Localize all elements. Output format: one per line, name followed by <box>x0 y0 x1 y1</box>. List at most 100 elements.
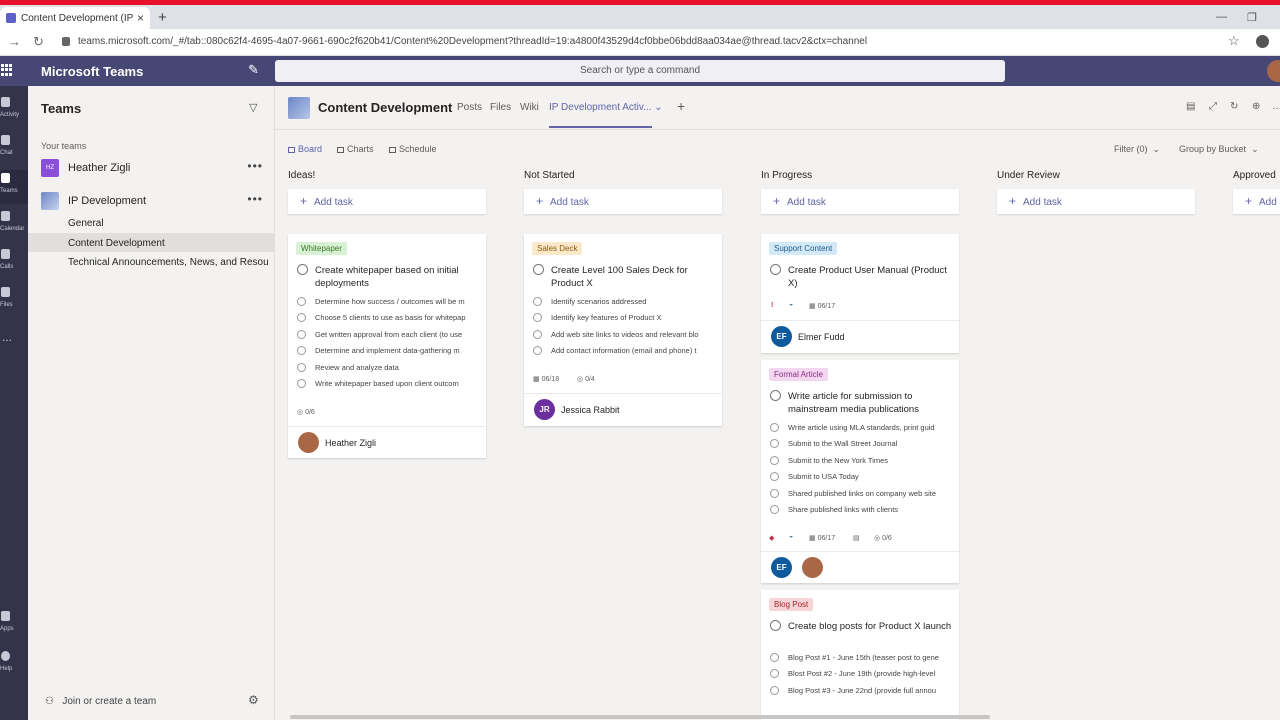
bucket-title[interactable]: In Progress <box>761 170 812 181</box>
add-task-button[interactable]: + Add task <box>524 189 722 214</box>
bucket-title[interactable]: Under Review <box>997 170 1060 181</box>
expand-icon[interactable]: ⤢ <box>1209 101 1217 112</box>
horizontal-scrollbar[interactable] <box>290 715 990 719</box>
checklist-circle-icon[interactable] <box>770 505 779 514</box>
rail-chat[interactable]: Chat <box>0 132 28 166</box>
reload-icon[interactable]: ↻ <box>33 34 44 50</box>
rail-activity[interactable]: Activity <box>0 94 28 128</box>
refresh-icon[interactable]: ↻ <box>1230 101 1238 112</box>
progress-half-icon: ◒ <box>789 533 794 540</box>
assignee-avatar[interactable]: EF <box>771 557 792 578</box>
checklist-circle-icon[interactable] <box>297 313 306 322</box>
complete-task-icon[interactable] <box>770 264 781 275</box>
task-card-whitepaper[interactable]: Whitepaper Create whitepaper based on in… <box>288 234 486 458</box>
checklist-icon: ◎ <box>297 409 304 416</box>
more-options-icon[interactable]: ••• <box>247 159 263 173</box>
forward-icon[interactable]: → <box>8 34 21 49</box>
complete-task-icon[interactable] <box>533 264 544 275</box>
filter-button[interactable]: Filter (0) ⌄ <box>1114 144 1160 155</box>
checklist-circle-icon[interactable] <box>297 379 306 388</box>
restore-icon[interactable]: ❐ <box>1247 11 1257 24</box>
checklist-circle-icon[interactable] <box>297 363 306 372</box>
bookmark-star-icon[interactable]: ☆ <box>1228 33 1240 49</box>
conversation-icon[interactable]: ▤ <box>1186 101 1195 112</box>
task-card-support-content[interactable]: Support Content Create Product User Manu… <box>761 234 959 353</box>
group-by-button[interactable]: Group by Bucket ⌄ <box>1179 144 1259 155</box>
checklist-circle-icon[interactable] <box>770 456 779 465</box>
rail-help[interactable]: Help <box>0 648 28 682</box>
app-launcher-icon[interactable] <box>1 64 13 76</box>
checklist-circle-icon[interactable] <box>297 330 306 339</box>
browser-profile-icon[interactable] <box>1256 35 1269 48</box>
filter-icon[interactable]: ▽ <box>249 101 257 114</box>
checklist-circle-icon[interactable] <box>297 297 306 306</box>
task-card-sales-deck[interactable]: Sales Deck Create Level 100 Sales Deck f… <box>524 234 722 426</box>
bucket-title[interactable]: Approved <box>1233 170 1276 181</box>
more-options-icon[interactable]: ••• <box>247 192 263 206</box>
complete-task-icon[interactable] <box>297 264 308 275</box>
add-task-button[interactable]: + Add task <box>997 189 1195 214</box>
rail-apps[interactable]: Apps <box>0 608 28 642</box>
view-schedule[interactable]: Schedule <box>389 144 437 154</box>
checklist-circle-icon[interactable] <box>770 489 779 498</box>
chevron-down-icon: ⌄ <box>1251 144 1259 154</box>
add-task-button[interactable]: + Add task <box>761 189 959 214</box>
rail-more[interactable]: ... <box>0 324 28 358</box>
user-avatar[interactable] <box>1267 60 1280 82</box>
tab-posts[interactable]: Posts <box>457 102 482 113</box>
tab-planner[interactable]: IP Development Activ... ⌄ <box>549 102 663 113</box>
channel-technical-announcements[interactable]: Technical Announcements, News, and Resou… <box>68 257 268 268</box>
assignee-avatar[interactable]: EF <box>771 326 792 347</box>
task-card-blog-post[interactable]: Blog Post Create blog posts for Product … <box>761 590 959 720</box>
view-board[interactable]: Board <box>288 144 322 154</box>
address-bar: → ↻ teams.microsoft.com/_#/tab::080c62f4… <box>0 29 1280 56</box>
url-field[interactable]: teams.microsoft.com/_#/tab::080c62f4-469… <box>78 36 867 47</box>
globe-icon[interactable]: ⊕ <box>1252 101 1260 112</box>
bucket-title[interactable]: Not Started <box>524 170 575 181</box>
channel-general[interactable]: General <box>68 218 268 229</box>
settings-gear-icon[interactable]: ⚙ <box>248 693 259 707</box>
tab-files[interactable]: Files <box>490 102 511 113</box>
rail-calendar[interactable]: Calendar <box>0 208 28 242</box>
view-charts[interactable]: Charts <box>337 144 374 154</box>
task-label: Formal Article <box>769 368 828 381</box>
complete-task-icon[interactable] <box>770 620 781 631</box>
checklist-item: Add web site links to videos and relevan… <box>551 330 699 339</box>
rail-calls[interactable]: Calls <box>0 246 28 280</box>
checklist-circle-icon[interactable] <box>533 346 542 355</box>
bucket-title[interactable]: Ideas! <box>288 170 315 181</box>
checklist-circle-icon[interactable] <box>533 313 542 322</box>
search-input[interactable]: Search or type a command <box>275 60 1005 82</box>
assignee-avatar[interactable] <box>298 432 319 453</box>
complete-task-icon[interactable] <box>770 390 781 401</box>
team-ip-development[interactable]: IP Development ••• <box>41 192 263 212</box>
checklist-circle-icon[interactable] <box>770 686 779 695</box>
rail-files[interactable]: Files <box>0 284 28 318</box>
add-task-button[interactable]: + Add task <box>288 189 486 214</box>
bell-icon <box>1 97 10 107</box>
more-icon[interactable]: … <box>1272 101 1280 112</box>
task-card-formal-article[interactable]: Formal Article Write article for submiss… <box>761 360 959 583</box>
checklist-circle-icon[interactable] <box>770 439 779 448</box>
minimize-icon[interactable]: — <box>1216 11 1227 23</box>
checklist-circle-icon[interactable] <box>770 472 779 481</box>
checklist-circle-icon[interactable] <box>770 669 779 678</box>
active-channel-label[interactable]: Content Development <box>68 238 268 249</box>
checklist-circle-icon[interactable] <box>533 297 542 306</box>
checklist-circle-icon[interactable] <box>533 330 542 339</box>
close-tab-icon[interactable]: × <box>137 11 144 25</box>
checklist-circle-icon[interactable] <box>770 653 779 662</box>
new-tab-icon[interactable]: + <box>158 9 167 26</box>
tab-wiki[interactable]: Wiki <box>520 102 539 113</box>
join-create-team[interactable]: ⚇ Join or create a team <box>45 696 156 707</box>
rail-teams[interactable]: Teams <box>0 170 28 204</box>
compose-icon[interactable]: ✎ <box>248 62 259 78</box>
browser-tab[interactable]: Content Development (IP Develo × <box>0 7 150 29</box>
team-heather-zigli[interactable]: HZ Heather Zigli ••• <box>41 159 263 179</box>
assignee-avatar[interactable] <box>802 557 823 578</box>
add-task-button[interactable]: + Add <box>1233 189 1280 214</box>
checklist-circle-icon[interactable] <box>770 423 779 432</box>
add-tab-icon[interactable]: + <box>677 98 685 114</box>
checklist-circle-icon[interactable] <box>297 346 306 355</box>
assignee-avatar[interactable]: JR <box>534 399 555 420</box>
